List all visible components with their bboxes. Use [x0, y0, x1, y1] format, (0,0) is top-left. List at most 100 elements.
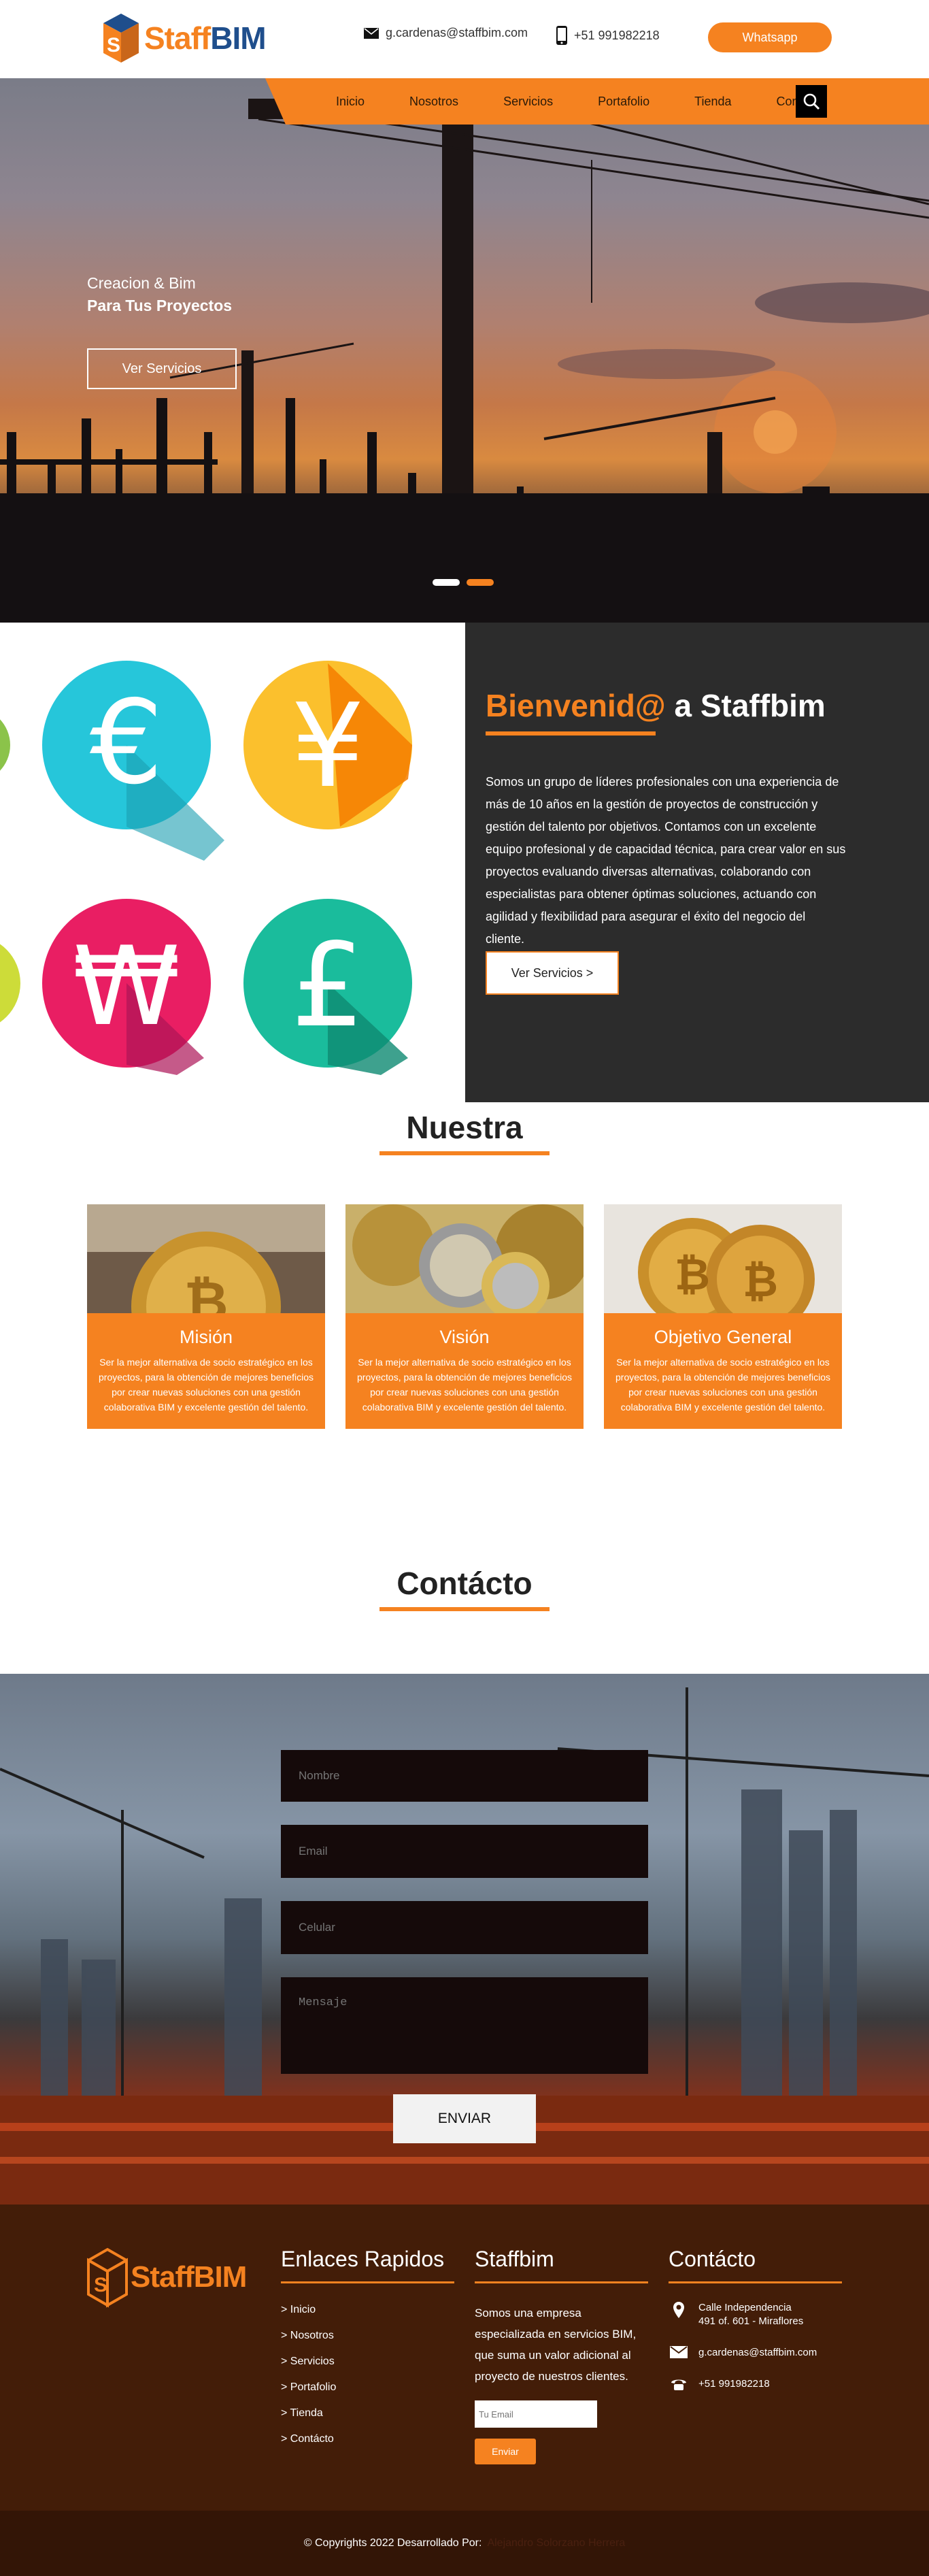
contacto-title-section: Contácto	[0, 1490, 929, 1674]
footer-link-portafolio[interactable]: > Portafolio	[281, 2381, 454, 2394]
welcome-ver-servicios-button[interactable]: Ver Servicios >	[486, 951, 619, 995]
hero-heading: Creacion & Bim Para Tus Proyectos	[87, 274, 232, 315]
footer-about: Staffbim Somos una empresa especializada…	[475, 2247, 648, 2464]
card-mision[interactable]: ₿ Misión Ser la mejor alternativa de soc…	[87, 1204, 325, 1429]
welcome-title: Bienvenid@ a Staffbim	[486, 688, 826, 723]
hero-line-2: Para Tus Proyectos	[87, 297, 233, 314]
logo-mark-icon: S	[103, 14, 139, 63]
footer-email-text: g.cardenas@staffbim.com	[698, 2347, 817, 2358]
telephone-icon	[671, 2379, 686, 2390]
welcome-description: Somos un grupo de líderes profesionales …	[486, 775, 846, 946]
footer-link-tienda[interactable]: > Tienda	[281, 2407, 454, 2420]
hero-slider: Creacion & Bim Para Tus Proyectos Ver Se…	[0, 78, 929, 623]
copyright-text: © Copyrights 2022 Desarrollado Por:	[303, 2537, 482, 2549]
email-input[interactable]	[281, 1825, 648, 1878]
hero-ver-servicios-button[interactable]: Ver Servicios	[87, 348, 237, 389]
footer-logo-text: StaffBIM	[131, 2260, 247, 2294]
header-phone[interactable]: +51 991982218	[556, 26, 660, 45]
slider-dots	[433, 579, 501, 586]
footer-email[interactable]: g.cardenas@staffbim.com	[669, 2346, 842, 2360]
svg-text:S: S	[94, 2274, 107, 2296]
card-objetivo-title: Objetivo General	[654, 1327, 792, 1347]
developer-link[interactable]: Alejandro Solorzano Herrera	[487, 2537, 625, 2549]
card-vision[interactable]: Visión Ser la mejor alternativa de socio…	[345, 1204, 584, 1429]
nav-item-portafolio[interactable]: Portafolio	[598, 95, 649, 109]
contact-form-section: ENVIAR	[0, 1674, 929, 2205]
contacto-title-underline	[379, 1607, 550, 1611]
newsletter-send-button[interactable]: Enviar	[475, 2439, 536, 2464]
copyright-bar: © Copyrights 2022 Desarrollado Por: Alej…	[0, 2511, 929, 2576]
footer-contact: Contácto Calle Independencia 491 of. 601…	[669, 2247, 842, 2391]
footer-about-text: Somos una empresa especializada en servi…	[475, 2307, 637, 2383]
svg-text:₿: ₿	[184, 1270, 228, 1313]
card-mision-text: Ser la mejor alternativa de socio estrat…	[99, 1357, 314, 1413]
card-vision-title: Visión	[439, 1327, 490, 1347]
nav-item-tienda[interactable]: Tienda	[694, 95, 731, 109]
newsletter-email-input[interactable]	[475, 2400, 597, 2428]
euro-coins-gears-image	[345, 1204, 584, 1313]
card-vision-text: Ser la mejor alternativa de socio estrat…	[357, 1357, 572, 1413]
envelope-icon	[670, 2346, 688, 2358]
svg-text:S: S	[107, 34, 120, 56]
welcome-section: € ¥ ₩ £ Bienvenid@ a Staffbim Somos un g…	[0, 623, 929, 1102]
footer-phone-text: +51 991982218	[698, 2378, 770, 2390]
footer-link-servicios[interactable]: > Servicios	[281, 2356, 454, 2368]
footer-contact-title: Contácto	[669, 2247, 842, 2283]
logo[interactable]: S StaffBIM	[101, 12, 267, 64]
slider-dot-1[interactable]	[433, 579, 460, 586]
footer-link-nosotros[interactable]: > Nosotros	[281, 2330, 454, 2342]
footer-logo[interactable]: S StaffBIM	[87, 2247, 247, 2308]
nav-item-servicios[interactable]: Servicios	[503, 95, 553, 109]
name-input[interactable]	[281, 1750, 648, 1802]
footer-logo-mark-icon: S	[87, 2247, 128, 2308]
nuestra-section: Nuestra ₿ Misión Ser la mejor alternativ…	[0, 1102, 929, 1490]
logo-text: StaffBIM	[144, 20, 267, 56]
card-objetivo-general[interactable]: ₿ ₿ Objetivo General Ser la mejor altern…	[604, 1204, 842, 1429]
mobile-phone-icon	[556, 26, 567, 45]
footer-address-line-2: 491 of. 601 - Miraflores	[698, 2315, 804, 2327]
nuestra-title-underline	[379, 1151, 550, 1155]
slider-dot-2[interactable]	[467, 579, 494, 586]
contacto-title: Contácto	[396, 1566, 533, 1601]
won-icon: ₩	[73, 923, 180, 1050]
search-button[interactable]	[796, 85, 827, 118]
search-icon	[803, 93, 820, 110]
yen-icon: ¥	[291, 679, 365, 814]
footer-about-title: Staffbim	[475, 2247, 648, 2283]
currency-illustration: € ¥ ₩ £	[0, 623, 465, 1102]
top-bar: S StaffBIM g.cardenas@staffbim.com +51 9…	[0, 0, 929, 78]
footer-phone[interactable]: +51 991982218	[669, 2377, 842, 2391]
footer-address: Calle Independencia 491 of. 601 - Mirafl…	[669, 2301, 842, 2328]
welcome-panel: Bienvenid@ a Staffbim Somos un grupo de …	[465, 623, 929, 1102]
footer: S StaffBIM Enlaces Rapidos > Inicio > No…	[0, 2205, 929, 2576]
phone-input[interactable]	[281, 1901, 648, 1954]
euro-icon: €	[90, 676, 163, 810]
envelope-icon	[364, 27, 379, 39]
footer-link-inicio[interactable]: > Inicio	[281, 2304, 454, 2316]
nav-item-inicio[interactable]: Inicio	[336, 95, 365, 109]
welcome-title-underline	[486, 731, 656, 736]
nav-item-nosotros[interactable]: Nosotros	[409, 95, 458, 109]
message-textarea[interactable]	[281, 1977, 648, 2074]
svg-text:₿: ₿	[743, 1257, 778, 1307]
header-phone-text: +51 991982218	[574, 28, 660, 42]
footer-link-contacto[interactable]: > Contácto	[281, 2433, 454, 2445]
currency-coins-image: € ¥ ₩ £	[0, 661, 412, 1075]
map-pin-icon	[673, 2302, 684, 2318]
whatsapp-button[interactable]: Whatsapp	[708, 22, 832, 52]
footer-quick-links-title: Enlaces Rapidos	[281, 2247, 454, 2283]
svg-text:₿: ₿	[675, 1250, 710, 1300]
pound-icon: £	[291, 919, 365, 1053]
nuestra-title: Nuestra	[406, 1110, 523, 1145]
footer-quick-links: Enlaces Rapidos > Inicio > Nosotros > Se…	[281, 2247, 454, 2459]
card-mision-title: Misión	[179, 1327, 233, 1347]
bitcoin-coins-image: ₿ ₿	[604, 1204, 842, 1313]
header-email[interactable]: g.cardenas@staffbim.com	[364, 26, 528, 40]
main-nav: Inicio Nosotros Servicios Portafolio Tie…	[265, 78, 929, 125]
send-button[interactable]: ENVIAR	[393, 2094, 536, 2143]
card-objetivo-text: Ser la mejor alternativa de socio estrat…	[615, 1357, 830, 1413]
hero-line-1: Creacion & Bim	[87, 274, 196, 292]
bitcoin-image: ₿	[87, 1204, 325, 1313]
header-email-text: g.cardenas@staffbim.com	[386, 26, 528, 39]
footer-address-line-1: Calle Independencia	[698, 2302, 792, 2313]
